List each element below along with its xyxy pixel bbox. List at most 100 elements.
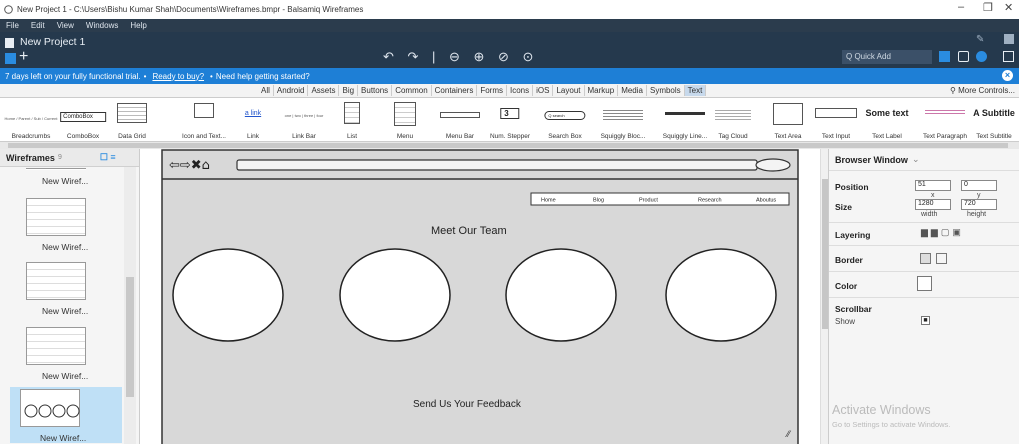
position-y-field[interactable]: 0 bbox=[961, 180, 997, 191]
wireframes-scrollbar[interactable] bbox=[124, 167, 136, 444]
library-item-label: Squiggly Line... bbox=[662, 133, 708, 140]
category-tab-icons[interactable]: Icons bbox=[507, 85, 534, 96]
category-tab-assets[interactable]: Assets bbox=[308, 85, 340, 96]
menu-windows[interactable]: Windows bbox=[86, 21, 118, 30]
menu-view[interactable]: View bbox=[57, 21, 74, 30]
zoom-undo-tools[interactable]: ↶ ↷ | ⊖ ⊕ ⊘ ⊙ bbox=[383, 49, 538, 65]
library-item-text-input[interactable]: Text Input bbox=[812, 98, 860, 142]
wireframe-thumbnail[interactable]: New Wiref... bbox=[10, 387, 122, 443]
library-item-squiggly-line[interactable]: Squiggly Line... bbox=[656, 98, 714, 142]
category-tab-text[interactable]: Text bbox=[684, 85, 707, 96]
category-tab-containers[interactable]: Containers bbox=[432, 85, 478, 96]
help-link[interactable]: Need help getting started? bbox=[216, 72, 310, 81]
canvas-scrollbar[interactable] bbox=[820, 149, 828, 444]
canvas[interactable]: ⇦⇨✖⌂ Home Blog Product Research Aboutus … bbox=[141, 149, 820, 446]
add-wireframe-button[interactable]: + bbox=[19, 48, 28, 66]
library-preview: Q search bbox=[544, 111, 586, 120]
library-item-label: Text Label bbox=[872, 133, 902, 140]
category-tab-media[interactable]: Media bbox=[618, 85, 647, 96]
wireframe-view-icon[interactable] bbox=[939, 51, 950, 62]
library-scrollbar[interactable] bbox=[0, 142, 1019, 149]
wireframe-name: New Wiref... bbox=[40, 433, 87, 443]
library-item-breadcrumbs[interactable]: Home / Parent / Sub / Current Breadcrumbs bbox=[5, 98, 58, 142]
user-avatar[interactable] bbox=[1004, 34, 1014, 44]
category-tab-forms[interactable]: Forms bbox=[477, 85, 507, 96]
library-item-combobox[interactable]: ComboBox ComboBox bbox=[60, 98, 106, 142]
library-item-label: Breadcrumbs bbox=[11, 133, 51, 140]
maximize-button[interactable]: ❐ bbox=[983, 1, 993, 14]
position-x-field[interactable]: 51 bbox=[915, 180, 951, 191]
library-preview bbox=[117, 103, 147, 123]
team-heading: Meet Our Team bbox=[431, 225, 507, 237]
wireframe-thumbnail[interactable]: New Wiref... bbox=[20, 168, 118, 186]
library-preview: a link bbox=[244, 110, 262, 117]
quick-add-input[interactable]: Q Quick Add bbox=[842, 50, 932, 64]
menu-help[interactable]: Help bbox=[130, 21, 146, 30]
browser-window-mockup[interactable]: ⇦⇨✖⌂ Home Blog Product Research Aboutus … bbox=[141, 149, 820, 446]
scrollbar-show-checkbox[interactable]: ■ bbox=[921, 316, 930, 325]
menu-file[interactable]: File bbox=[6, 21, 19, 30]
category-tab-android[interactable]: Android bbox=[274, 85, 309, 96]
nav-home: Home bbox=[541, 198, 556, 204]
presentation-icon[interactable] bbox=[1003, 51, 1014, 62]
library-item-link[interactable]: a link Link bbox=[232, 98, 274, 142]
category-tab-ios[interactable]: iOS bbox=[533, 85, 554, 96]
category-tab-symbols[interactable]: Symbols bbox=[647, 85, 685, 96]
library-item-menu-bar[interactable]: Menu Bar bbox=[438, 98, 482, 142]
library-item-squiggly-bloc[interactable]: Squiggly Bloc... bbox=[594, 98, 652, 142]
category-tab-big[interactable]: Big bbox=[339, 85, 359, 96]
wireframes-panel: Wireframes 9 ☐ ≡ New Wiref... New Wiref..… bbox=[0, 149, 140, 444]
library-item-tag-cloud[interactable]: Tag Cloud bbox=[710, 98, 756, 142]
color-swatch[interactable] bbox=[917, 276, 932, 291]
width-field[interactable]: 1280 bbox=[915, 199, 951, 210]
wireframe-thumbnail[interactable]: New Wiref... bbox=[20, 262, 118, 316]
library-preview: 3 bbox=[500, 108, 520, 119]
library-item-icon-and-text[interactable]: Icon and Text... bbox=[176, 98, 232, 142]
library-preview bbox=[773, 103, 803, 125]
wireframe-thumbnail-image bbox=[20, 389, 80, 427]
pen-icon[interactable]: ✎ bbox=[976, 34, 984, 45]
library-item-text-subtitle[interactable]: A Subtitle Text Subtitle bbox=[970, 98, 1018, 142]
wireframe-thumbnail-image bbox=[26, 262, 86, 300]
library-item-data-grid[interactable]: Data Grid bbox=[108, 98, 156, 142]
close-banner-icon[interactable]: × bbox=[1002, 70, 1013, 81]
library-item-list[interactable]: List bbox=[330, 98, 374, 142]
layering-icons[interactable]: ▆▆▢▣ bbox=[921, 227, 964, 238]
wireframe-thumbnail[interactable]: New Wiref... bbox=[20, 198, 118, 252]
library-item-text-area[interactable]: Text Area bbox=[770, 98, 806, 142]
view-toggle-icon[interactable]: ☐ ≡ bbox=[100, 152, 116, 163]
category-tab-buttons[interactable]: Buttons bbox=[358, 85, 393, 96]
close-button[interactable]: ✕ bbox=[1004, 1, 1013, 14]
border-shape-icon[interactable] bbox=[936, 253, 947, 264]
more-controls-link[interactable]: ⚲ More Controls... bbox=[950, 86, 1015, 95]
wireframe-thumbnail[interactable]: New Wiref... bbox=[20, 327, 118, 381]
height-field[interactable]: 720 bbox=[961, 199, 997, 210]
library-item-num-stepper[interactable]: 3 Num. Stepper bbox=[484, 98, 536, 142]
library-item-label: Text Area bbox=[774, 133, 802, 140]
wireframe-name: New Wiref... bbox=[42, 176, 89, 186]
panel-toggle-icon[interactable] bbox=[5, 53, 16, 64]
library-item-label: Tag Cloud bbox=[718, 133, 748, 140]
library-item-menu[interactable]: Menu bbox=[376, 98, 434, 142]
library-preview bbox=[344, 102, 360, 124]
library-item-label: Text Subtitle bbox=[976, 133, 1012, 140]
wireframe-thumbnail-image bbox=[26, 198, 86, 236]
category-tab-layout[interactable]: Layout bbox=[553, 85, 585, 96]
comments-icon[interactable] bbox=[958, 51, 969, 62]
menu-edit[interactable]: Edit bbox=[31, 21, 45, 30]
library-preview bbox=[665, 112, 705, 115]
library-item-link-bar[interactable]: one | two | three | four Link Bar bbox=[279, 98, 329, 142]
info-icon[interactable] bbox=[976, 51, 987, 62]
minimize-button[interactable]: – bbox=[958, 1, 964, 13]
library-item-text-paragraph[interactable]: Text Paragraph bbox=[918, 98, 972, 142]
library-item-search-box[interactable]: Q search Search Box bbox=[540, 98, 590, 142]
library-item-text-label[interactable]: Some text Text Label bbox=[862, 98, 912, 142]
border-style-icon[interactable] bbox=[920, 253, 931, 264]
buy-link[interactable]: Ready to buy? bbox=[152, 72, 204, 81]
wireframe-name: New Wiref... bbox=[42, 306, 89, 316]
category-tab-all[interactable]: All bbox=[258, 85, 274, 96]
category-tab-markup[interactable]: Markup bbox=[585, 85, 619, 96]
category-tab-common[interactable]: Common bbox=[392, 85, 432, 96]
app-icon bbox=[4, 5, 13, 14]
chevron-down-icon[interactable]: ⌄ bbox=[912, 154, 920, 165]
